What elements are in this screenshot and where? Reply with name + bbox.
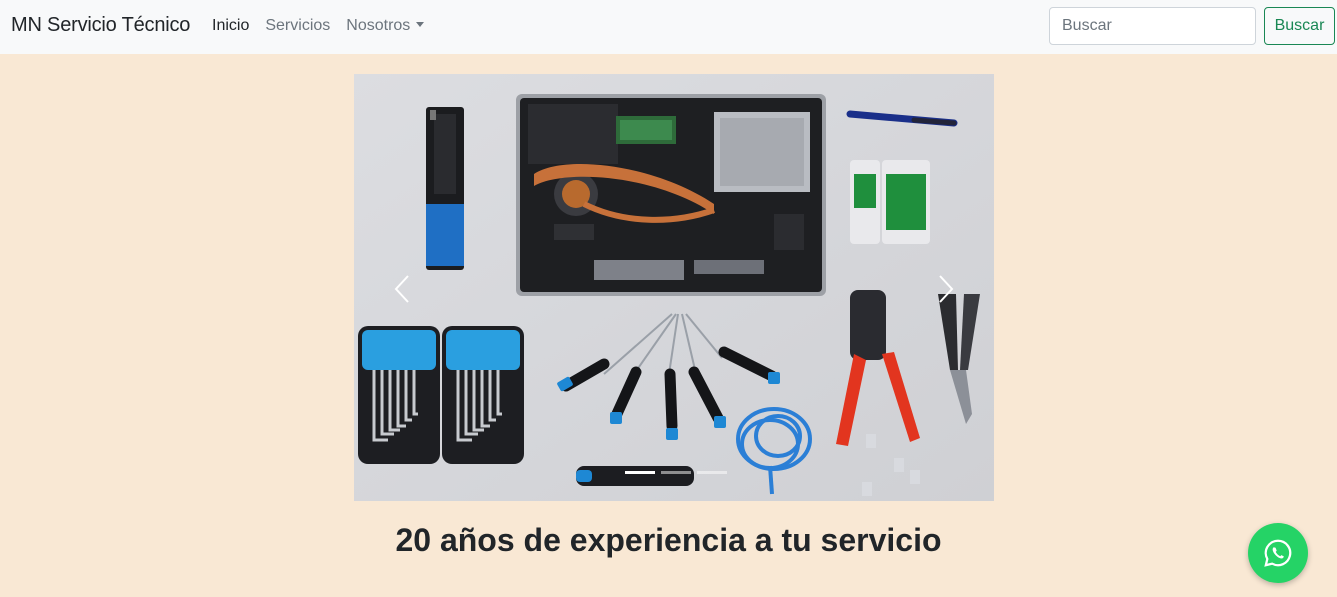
nav-dropdown-nosotros-label: Nosotros	[346, 17, 411, 34]
nav-link-inicio[interactable]: Inicio	[212, 17, 249, 35]
navbar: MN Servicio Técnico Inicio Servicios Nos…	[0, 0, 1337, 54]
chevron-right-icon	[939, 275, 954, 303]
carousel-indicator-3[interactable]	[697, 471, 727, 474]
utility-knife	[576, 466, 694, 486]
battery-pack	[426, 107, 464, 270]
carousel-prev-button[interactable]	[382, 264, 422, 314]
brand-link[interactable]: MN Servicio Técnico	[11, 14, 190, 37]
nav-link-servicios[interactable]: Servicios	[265, 17, 330, 35]
nav-dropdown-nosotros[interactable]: Nosotros	[346, 17, 425, 35]
cable-tester	[850, 160, 930, 244]
carousel-indicators	[622, 471, 730, 474]
search-input[interactable]	[1049, 7, 1256, 45]
carousel-indicator-1[interactable]	[625, 471, 655, 474]
carousel-indicator-2[interactable]	[661, 471, 691, 474]
carousel	[354, 74, 994, 501]
whatsapp-icon	[1264, 539, 1292, 567]
nav-links: Inicio Servicios Nosotros	[212, 17, 440, 35]
whatsapp-button[interactable]	[1248, 523, 1308, 583]
chevron-left-icon	[394, 275, 409, 303]
search-button[interactable]: Buscar	[1264, 7, 1335, 45]
carousel-slide-image	[354, 74, 994, 501]
carousel-next-button[interactable]	[926, 264, 966, 314]
laptop-opened	[516, 94, 826, 296]
caret-down-icon	[416, 22, 425, 27]
page-headline: 20 años de experiencia a tu servicio	[395, 522, 942, 558]
